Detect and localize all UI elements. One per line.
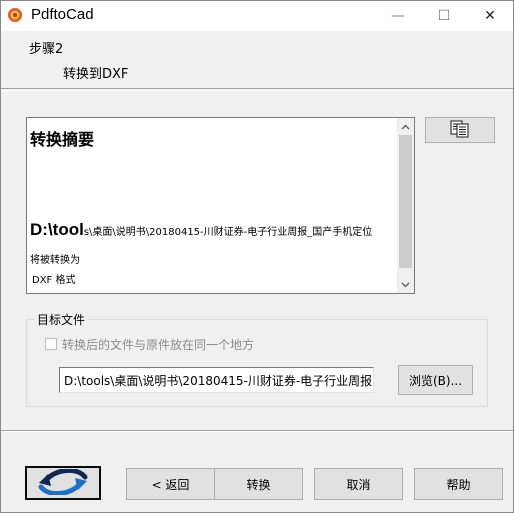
copy-button[interactable] (425, 117, 495, 143)
scroll-up-icon[interactable] (397, 118, 414, 135)
convert-button[interactable]: 转换 (214, 468, 303, 500)
summary-path-rest: s\桌面\说明书\20180415-川财证券-电子行业周报_国产手机定位 (83, 227, 373, 238)
logo-button[interactable] (25, 466, 101, 500)
footer-divider-highlight (1, 431, 513, 432)
window-title: PdftoCad (31, 6, 94, 23)
browse-button[interactable]: 浏览(B)... (398, 365, 473, 395)
target-path-field[interactable]: D:\tools\桌面\说明书\20180415-川财证券-电子行业周报 (59, 367, 374, 393)
cancel-button[interactable]: 取消 (314, 468, 403, 500)
summary-convert-label: 将被转换为 (30, 255, 80, 266)
pdftocad-window: PdftoCad — ☐ ✕ 步骤2 转换到DXF 转换摘要 D:\tools\… (0, 0, 514, 513)
help-button[interactable]: 帮助 (414, 468, 503, 500)
target-file-legend: 目标文件 (34, 311, 89, 328)
minimize-button[interactable]: — (375, 1, 421, 31)
summary-path-prefix: D:\tool (30, 220, 84, 239)
summary-format-label: DXF 格式 (32, 275, 76, 286)
summary-source-path: D:\tools\桌面\说明书\20180415-川财证券-电子行业周报_国产手… (30, 220, 395, 240)
title-bar: PdftoCad — ☐ ✕ (1, 1, 513, 31)
back-button[interactable]: < 返回 (126, 468, 215, 500)
scroll-down-icon[interactable] (397, 276, 414, 293)
copy-icon (449, 120, 471, 141)
wizard-header: 步骤2 转换到DXF (1, 31, 513, 89)
refresh-arrows-logo-icon (35, 467, 91, 498)
step-subtitle: 转换到DXF (63, 67, 129, 82)
maximize-button[interactable]: ☐ (421, 1, 467, 31)
same-location-label: 转换后的文件与原件放在同一个地方 (62, 338, 255, 352)
close-button[interactable]: ✕ (467, 1, 513, 31)
app-icon (7, 7, 23, 23)
summary-title: 转换摘要 (30, 130, 95, 149)
header-divider (1, 90, 513, 91)
summary-textbox[interactable]: 转换摘要 D:\tools\桌面\说明书\20180415-川财证券-电子行业周… (26, 117, 415, 294)
step-label: 步骤2 (29, 42, 64, 57)
same-location-checkbox[interactable] (45, 338, 57, 350)
scroll-thumb[interactable] (399, 135, 412, 268)
summary-scrollbar[interactable] (397, 118, 414, 293)
